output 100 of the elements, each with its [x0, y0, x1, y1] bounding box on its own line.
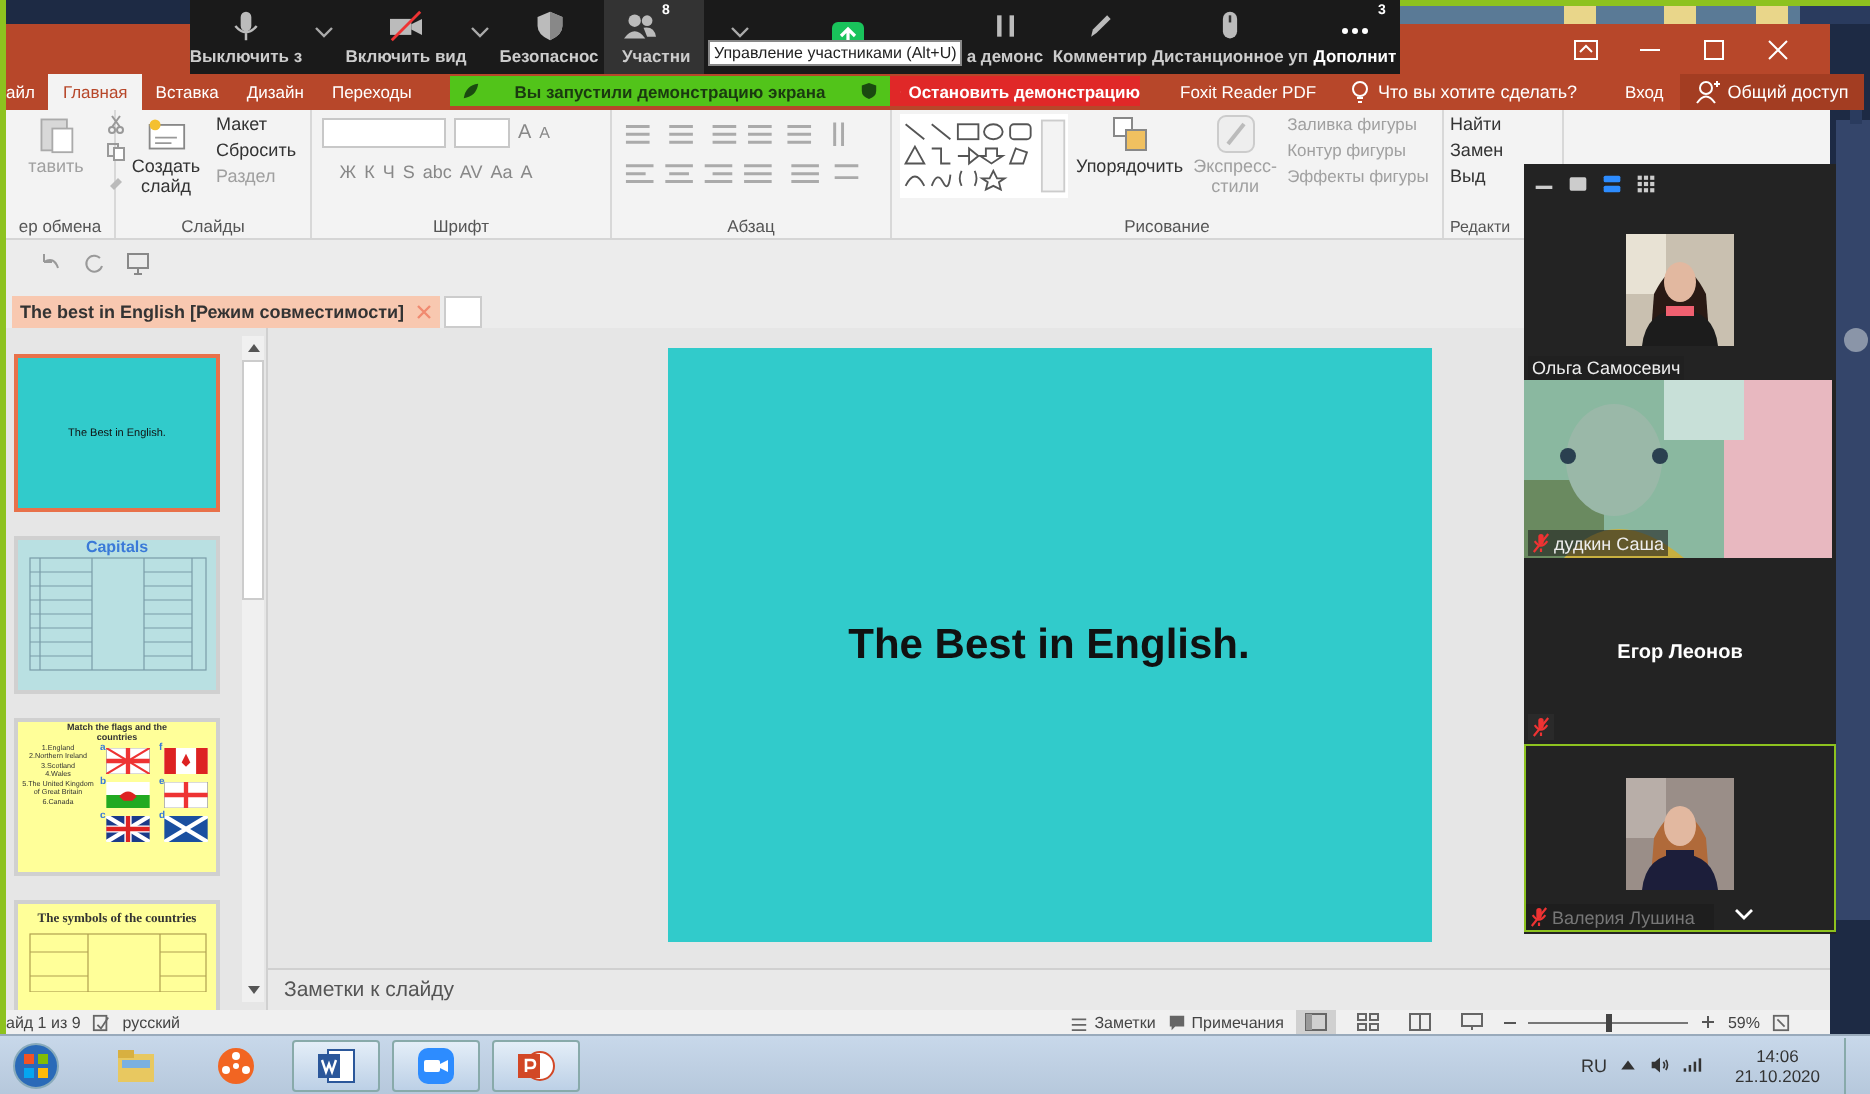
participant-name: Валерия Лушина [1552, 907, 1695, 927]
font-format-button[interactable]: Ч [382, 162, 395, 182]
player-icon[interactable] [216, 1045, 256, 1085]
stop-sharing-button[interactable]: Остановить демонстрацию [890, 76, 1140, 106]
ribbon-command[interactable]: Выд [1450, 166, 1486, 186]
taskbar-button[interactable] [392, 1039, 480, 1091]
group-label: Абзац [725, 216, 777, 236]
signal-icon[interactable] [1682, 1056, 1703, 1074]
slide-counter: айд 1 из 9 [6, 1013, 81, 1031]
normal-view-icon[interactable] [1295, 1010, 1336, 1034]
notes-icon [1070, 1013, 1089, 1031]
chevron-icon[interactable] [1734, 908, 1754, 920]
person-icon [1695, 80, 1720, 104]
group-label: Рисование [1122, 216, 1212, 236]
video-tile[interactable]: дудкин Саша [1524, 380, 1836, 560]
group-label: Слайды [179, 216, 247, 236]
spellcheck-icon[interactable] [92, 1013, 111, 1031]
caret-icon[interactable] [730, 25, 750, 37]
lightbulb-icon [1350, 80, 1371, 104]
taskbar-button[interactable] [292, 1039, 380, 1091]
scrollbar[interactable] [242, 336, 264, 1002]
video-tile[interactable]: Егор Леонов [1524, 560, 1836, 744]
tell-me-field[interactable]: Что вы хотите сделать? [1378, 82, 1578, 102]
thumbnail-title: Capitals [85, 540, 149, 556]
zoom-in-icon[interactable] [1699, 1014, 1716, 1030]
toolbar-button[interactable]: а демонс [960, 0, 1050, 74]
zoom-level[interactable]: 59% [1727, 1013, 1760, 1031]
flag-icon [105, 747, 150, 774]
comments-button[interactable]: Примечания [1167, 1013, 1284, 1031]
single-view-icon[interactable] [1568, 174, 1588, 194]
ribbon-command[interactable]: Макет [216, 114, 267, 134]
flag-icon [164, 747, 209, 774]
caret-icon[interactable] [314, 25, 334, 37]
font-size-button[interactable]: A [539, 123, 551, 141]
leaf-icon [462, 82, 480, 100]
camera-off-icon [388, 9, 424, 41]
ribbon-display-icon[interactable] [1574, 39, 1598, 59]
arrange-button[interactable]: Упорядочить [1076, 158, 1184, 178]
participant-name: дудкин Саша [1554, 533, 1664, 553]
group-label: Редакти [1450, 218, 1513, 236]
taskbar-button[interactable] [492, 1039, 580, 1091]
font-name-field[interactable] [322, 117, 446, 147]
language-indicator[interactable]: русский [122, 1013, 181, 1031]
scroll-down-icon[interactable] [245, 984, 261, 996]
powerpoint-icon[interactable] [516, 1045, 556, 1085]
volume-icon[interactable] [1650, 1056, 1671, 1074]
flag-icon [105, 781, 150, 808]
ribbon-tab[interactable]: айл [6, 74, 49, 110]
ribbon-tab[interactable]: Переходы [317, 74, 426, 110]
ribbon-tab[interactable]: Главная [48, 74, 142, 110]
document-tab[interactable]: The best in English [Режим совместимости] [12, 296, 441, 328]
toolbar-button[interactable]: Безопаснос [494, 0, 604, 74]
participant-name: Ольга Самосевич [1532, 358, 1681, 378]
toolbar-button[interactable]: Дистанционное уп [1150, 0, 1310, 74]
ribbon-command[interactable]: Сбросить [216, 140, 297, 160]
clock-time[interactable]: 14:06 [1756, 1045, 1799, 1065]
ribbon-tab[interactable]: Вставка [141, 74, 233, 110]
word-icon[interactable] [316, 1045, 356, 1085]
clock-date[interactable]: 21.10.2020 [1734, 1065, 1820, 1085]
scissors-icon[interactable] [106, 114, 126, 134]
font-size-field[interactable] [454, 117, 510, 147]
ribbon-tab[interactable]: Foxit Reader PDF [1166, 74, 1331, 110]
start-button[interactable] [12, 1041, 60, 1089]
group-label: ер обмена [16, 216, 104, 236]
strip-view-icon[interactable] [1602, 174, 1622, 194]
ribbon-command[interactable]: Замен [1450, 140, 1504, 160]
video-tile[interactable]: Ольга Самосевич [1524, 204, 1836, 380]
fit-to-window-icon[interactable] [1772, 1013, 1790, 1031]
slideshow-icon[interactable] [126, 252, 150, 276]
comment-icon [1167, 1013, 1186, 1031]
people-icon [622, 9, 658, 41]
participant-name: Егор Леонов [1617, 641, 1743, 663]
language-indicator[interactable]: RU [1580, 1055, 1607, 1075]
scroll-up-icon[interactable] [245, 342, 261, 354]
slide[interactable]: The Best in English. [667, 348, 1431, 942]
notes-button[interactable]: Заметки [1070, 1013, 1156, 1031]
ribbon-tab[interactable]: Дизайн [232, 74, 318, 110]
sign-in-link[interactable]: Вход [1609, 74, 1680, 110]
copy-icon[interactable] [106, 142, 126, 162]
ribbon-command[interactable]: Найти [1450, 114, 1502, 134]
group-label: Шрифт [431, 216, 491, 236]
share-button[interactable]: Общий доступ [1679, 74, 1865, 110]
flag-icon [164, 781, 209, 808]
banner-text: Вы запустили демонстрацию экрана [512, 81, 828, 101]
arrange-icon[interactable] [1109, 114, 1150, 154]
video-camera-icon[interactable] [416, 1045, 456, 1085]
new-slide-icon[interactable] [146, 114, 186, 154]
new-slide-button[interactable]: Создать слайд [126, 158, 206, 198]
caret-icon[interactable] [470, 25, 490, 37]
toolbar-button[interactable]: Включить вид [346, 0, 466, 74]
flag-icon [105, 815, 150, 842]
video-tile[interactable]: Валерия Лушина [1524, 744, 1836, 932]
show-hidden-icons[interactable] [1618, 1056, 1639, 1074]
shield-icon[interactable] [860, 82, 878, 100]
toolbar-button[interactable]: Комментир [1050, 0, 1150, 74]
toolbar-button[interactable]: Выключить з [190, 0, 302, 74]
maximize-icon[interactable] [1702, 39, 1726, 59]
shapes-gallery-drawing[interactable] [900, 114, 1068, 198]
slide-title: The Best in English. [848, 621, 1250, 669]
grid-view-icon[interactable] [1636, 174, 1656, 194]
